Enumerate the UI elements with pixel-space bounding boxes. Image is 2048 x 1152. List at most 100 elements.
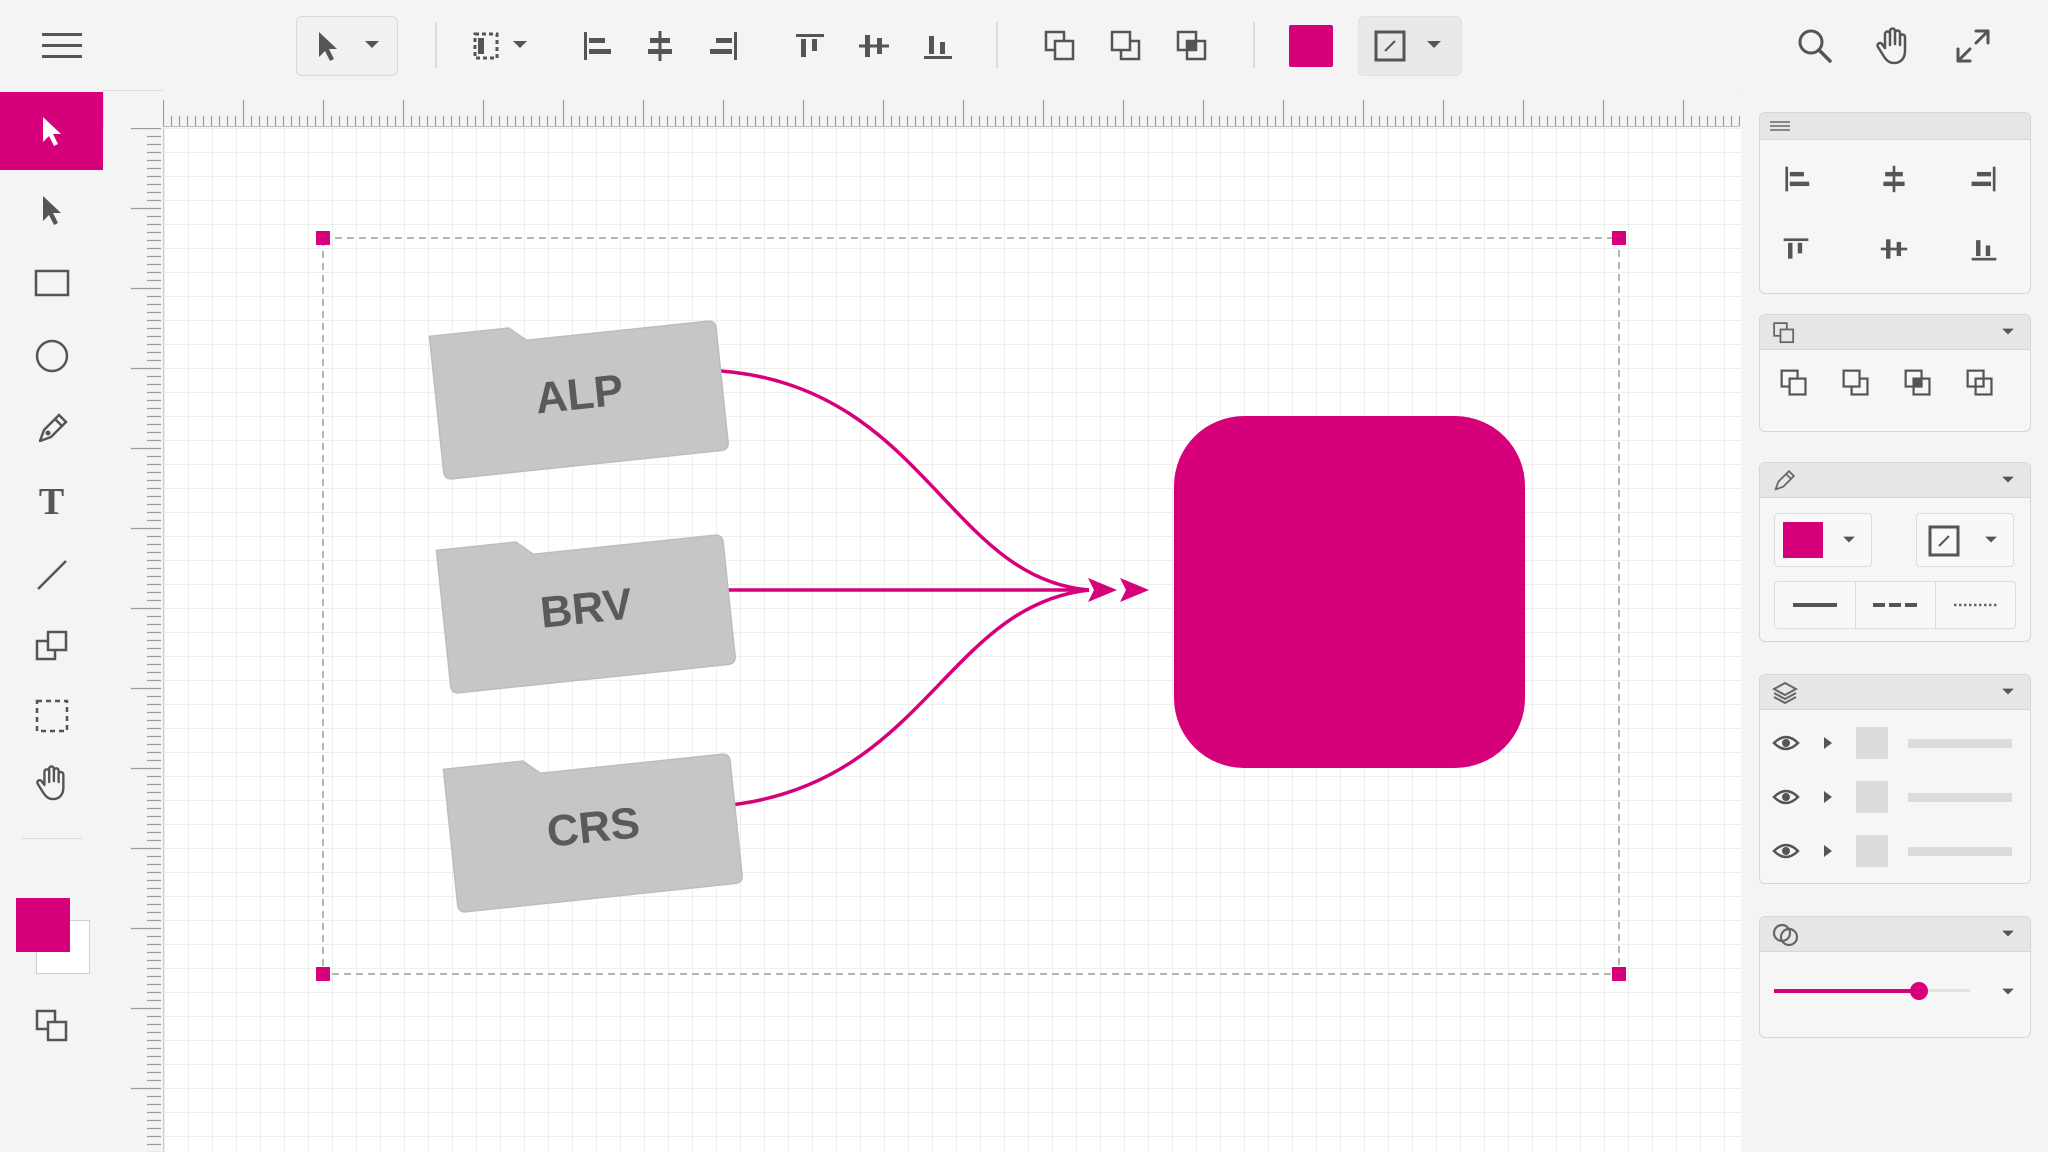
stroke-style-dropdown[interactable] [1916,513,2014,567]
opacity-panel-header[interactable] [1760,917,2030,952]
eye-icon[interactable] [1772,734,1800,752]
selection-handle-bottom-right[interactable] [1612,967,1626,981]
fill-color-swatch[interactable] [16,898,70,952]
align-right-button[interactable] [702,23,746,69]
layer-row[interactable] [1760,771,2030,821]
align-bottom-button[interactable] [916,23,960,69]
panel-align-left-button[interactable] [1774,157,1818,201]
folder-crs[interactable]: CRS [442,739,743,913]
arrange-icon [35,1009,67,1042]
eye-icon[interactable] [1772,842,1800,860]
panel-bring-forward-button[interactable] [1836,363,1876,403]
direct-select-tool[interactable] [0,174,103,246]
target-rounded-square[interactable] [1174,416,1525,768]
arrange-panel [1759,314,2031,432]
connector-alp[interactable] [704,368,1090,592]
selection-handle-top-left[interactable] [316,231,330,245]
tool-rail: T [0,90,104,1152]
bring-to-front-icon [1780,369,1807,396]
chevron-down-icon [2002,930,2014,937]
line-tool[interactable] [0,539,103,611]
panel-align-bottom-button[interactable] [1962,227,2006,271]
align-right-icon [1971,166,1996,192]
panel-send-backward-button[interactable] [1898,363,1938,403]
shapes-icon [35,630,67,661]
layer-row[interactable] [1760,825,2030,875]
menu-button[interactable] [32,23,92,69]
selection-handle-bottom-left[interactable] [316,967,330,981]
line-style-selector [1774,581,2016,629]
intersect-button[interactable] [1170,23,1214,69]
align-panel-header[interactable] [1760,113,2030,140]
connector-crs[interactable] [720,588,1090,808]
panel-align-right-button[interactable] [1962,157,2006,201]
dashed-line-option[interactable] [1855,582,1936,628]
align-middle-button[interactable] [852,23,896,69]
connectors [704,368,1090,808]
eye-icon[interactable] [1772,788,1800,806]
opacity-panel [1759,916,2031,1038]
pen-tool[interactable] [0,393,103,465]
send-backward-icon [1904,369,1931,396]
color-swatches[interactable] [14,898,94,978]
dotted-line-icon [1954,603,1997,607]
arrange-tool[interactable] [0,990,103,1062]
layers-panel-header[interactable] [1760,675,2030,710]
ellipse-tool[interactable] [0,320,103,392]
fullscreen-button[interactable] [1950,23,1996,69]
rectangle-tool[interactable] [0,247,103,319]
stroke-style-dropdown[interactable] [1358,16,1462,76]
align-center-button[interactable] [638,23,682,69]
selection-handle-top-right[interactable] [1612,231,1626,245]
expand-triangle-icon[interactable] [1822,735,1834,751]
select-tool-icon [42,117,61,146]
bring-forward-button[interactable] [1038,23,1082,69]
chevron-down-icon [1843,536,1855,543]
align-center-icon [648,31,672,61]
shapes-tool[interactable] [0,610,103,682]
dotted-line-option[interactable] [1935,582,2015,628]
select-tool[interactable] [0,92,103,170]
hand-icon [35,765,65,801]
text-icon: T [38,481,65,523]
horizontal-ruler-ticks [163,100,1740,127]
drawing-canvas[interactable]: ALP BRV CRS [163,128,1742,1152]
folder-alp[interactable]: ALP [428,306,729,480]
folder-brv[interactable]: BRV [435,520,736,694]
panel-send-to-back-button[interactable] [1960,363,2000,403]
hand-tool[interactable] [0,747,103,819]
folder-label-brv: BRV [538,579,635,637]
slider-thumb[interactable] [1910,982,1929,1000]
horizontal-ruler[interactable] [163,90,1740,128]
align-left-button[interactable] [574,23,618,69]
solid-line-icon [1793,603,1837,607]
vertical-ruler[interactable] [103,128,163,1152]
selection-box-dropdown[interactable] [462,23,538,69]
arrange-panel-header[interactable] [1760,315,2030,350]
search-button[interactable] [1792,23,1838,69]
text-tool[interactable]: T [0,466,103,538]
marquee-icon [35,699,68,733]
send-backward-button[interactable] [1104,23,1148,69]
fill-color-button[interactable] [1288,23,1334,69]
expand-triangle-icon[interactable] [1822,843,1834,859]
hand-pan-button[interactable] [1870,23,1916,69]
stroke-style-icon [1374,30,1406,62]
panel-align-middle-button[interactable] [1872,227,1916,271]
chevron-down-icon [365,41,379,48]
align-top-icon [1783,238,1809,259]
style-panel-header[interactable] [1760,463,2030,498]
fill-color-dropdown[interactable] [1774,513,1872,567]
layer-row[interactable] [1760,717,2030,767]
panel-align-center-button[interactable] [1872,157,1916,201]
opacity-slider[interactable] [1774,979,1970,1003]
expand-triangle-icon[interactable] [1822,789,1834,805]
marquee-tool[interactable] [0,680,103,752]
align-top-button[interactable] [788,23,832,69]
panel-align-top-button[interactable] [1774,227,1818,271]
panel-bring-to-front-button[interactable] [1774,363,1814,403]
pointer-tool-dropdown[interactable] [296,16,398,76]
solid-line-option[interactable] [1775,582,1856,628]
chevron-down-icon[interactable] [2000,987,2016,997]
blend-icon [1772,923,1799,947]
